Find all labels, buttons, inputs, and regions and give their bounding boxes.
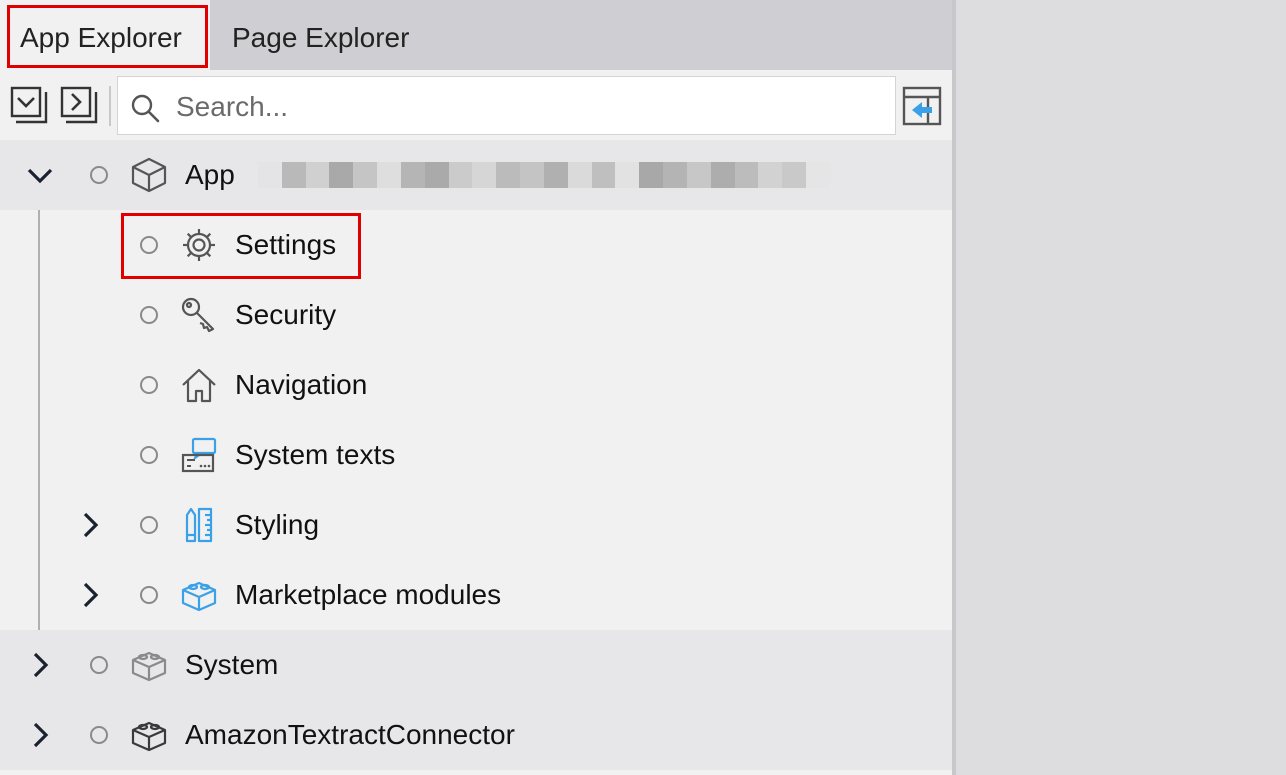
chevron-right-icon[interactable] bbox=[76, 511, 104, 539]
status-dot bbox=[140, 586, 158, 604]
tree-node-navigation[interactable]: Navigation bbox=[0, 350, 952, 420]
tree-node-label: System texts bbox=[235, 439, 396, 470]
status-dot bbox=[140, 516, 158, 534]
chevron-right-icon[interactable] bbox=[76, 581, 104, 609]
tree-node-styling[interactable]: Styling bbox=[0, 490, 952, 560]
tree-guide-line bbox=[38, 210, 40, 630]
tab-page-explorer[interactable]: Page Explorer bbox=[212, 0, 429, 70]
tree-node-label: Settings bbox=[235, 229, 337, 260]
tab-app-explorer[interactable]: App Explorer bbox=[0, 0, 210, 70]
sync-with-editor-icon bbox=[902, 86, 942, 126]
status-dot bbox=[90, 166, 108, 184]
module-icon bbox=[131, 721, 167, 752]
tree-node-label: Security bbox=[235, 299, 337, 330]
toolbar-separator bbox=[109, 86, 111, 126]
tree-node-label: Navigation bbox=[235, 369, 368, 400]
explorer-toolbar bbox=[0, 70, 952, 140]
app-explorer-panel: App Explorer Page Explorer Search... App… bbox=[0, 0, 952, 775]
collapse-all-icon bbox=[10, 86, 48, 124]
chevron-right-icon[interactable] bbox=[26, 721, 54, 749]
tree-node-label: Styling bbox=[235, 509, 320, 540]
gear-icon bbox=[183, 229, 215, 261]
editor-area bbox=[956, 0, 1286, 775]
redacted-app-name bbox=[258, 162, 830, 188]
status-dot bbox=[140, 236, 158, 254]
home-icon bbox=[182, 368, 216, 403]
tree-node-security[interactable]: Security bbox=[0, 280, 952, 350]
tree-node-label: AmazonTextractConnector bbox=[185, 719, 515, 750]
collapse-all-button[interactable] bbox=[10, 86, 48, 124]
tree-node-label: Marketplace modules bbox=[235, 579, 502, 610]
styling-icon bbox=[185, 507, 213, 543]
expand-all-button[interactable] bbox=[60, 86, 98, 124]
marketplace-module-icon bbox=[181, 581, 217, 612]
chevron-down-icon[interactable] bbox=[26, 161, 54, 189]
status-dot bbox=[140, 446, 158, 464]
tree-node-label: System bbox=[185, 649, 279, 680]
system-texts-icon bbox=[181, 437, 217, 473]
search-icon bbox=[131, 94, 160, 123]
tree-node-system[interactable]: System bbox=[0, 630, 952, 700]
status-dot bbox=[140, 306, 158, 324]
sync-with-editor-button[interactable] bbox=[902, 86, 942, 126]
chevron-right-icon[interactable] bbox=[26, 651, 54, 679]
status-dot bbox=[90, 726, 108, 744]
key-icon bbox=[181, 297, 215, 333]
status-dot bbox=[140, 376, 158, 394]
tree-node-label: App bbox=[185, 159, 235, 190]
search-box[interactable] bbox=[117, 76, 896, 135]
tab-bar: App Explorer Page Explorer bbox=[0, 0, 952, 70]
tree-node-settings[interactable]: Settings bbox=[0, 210, 952, 280]
tree-node-system-texts[interactable]: System texts bbox=[0, 420, 952, 490]
module-icon bbox=[131, 651, 167, 682]
tree-node-amazontextractconnector[interactable]: AmazonTextractConnector bbox=[0, 700, 952, 770]
tree-node-marketplace-modules[interactable]: Marketplace modules bbox=[0, 560, 952, 630]
search-input[interactable] bbox=[174, 85, 878, 129]
expand-all-icon bbox=[60, 86, 98, 124]
status-dot bbox=[90, 656, 108, 674]
cube-icon bbox=[131, 157, 167, 193]
